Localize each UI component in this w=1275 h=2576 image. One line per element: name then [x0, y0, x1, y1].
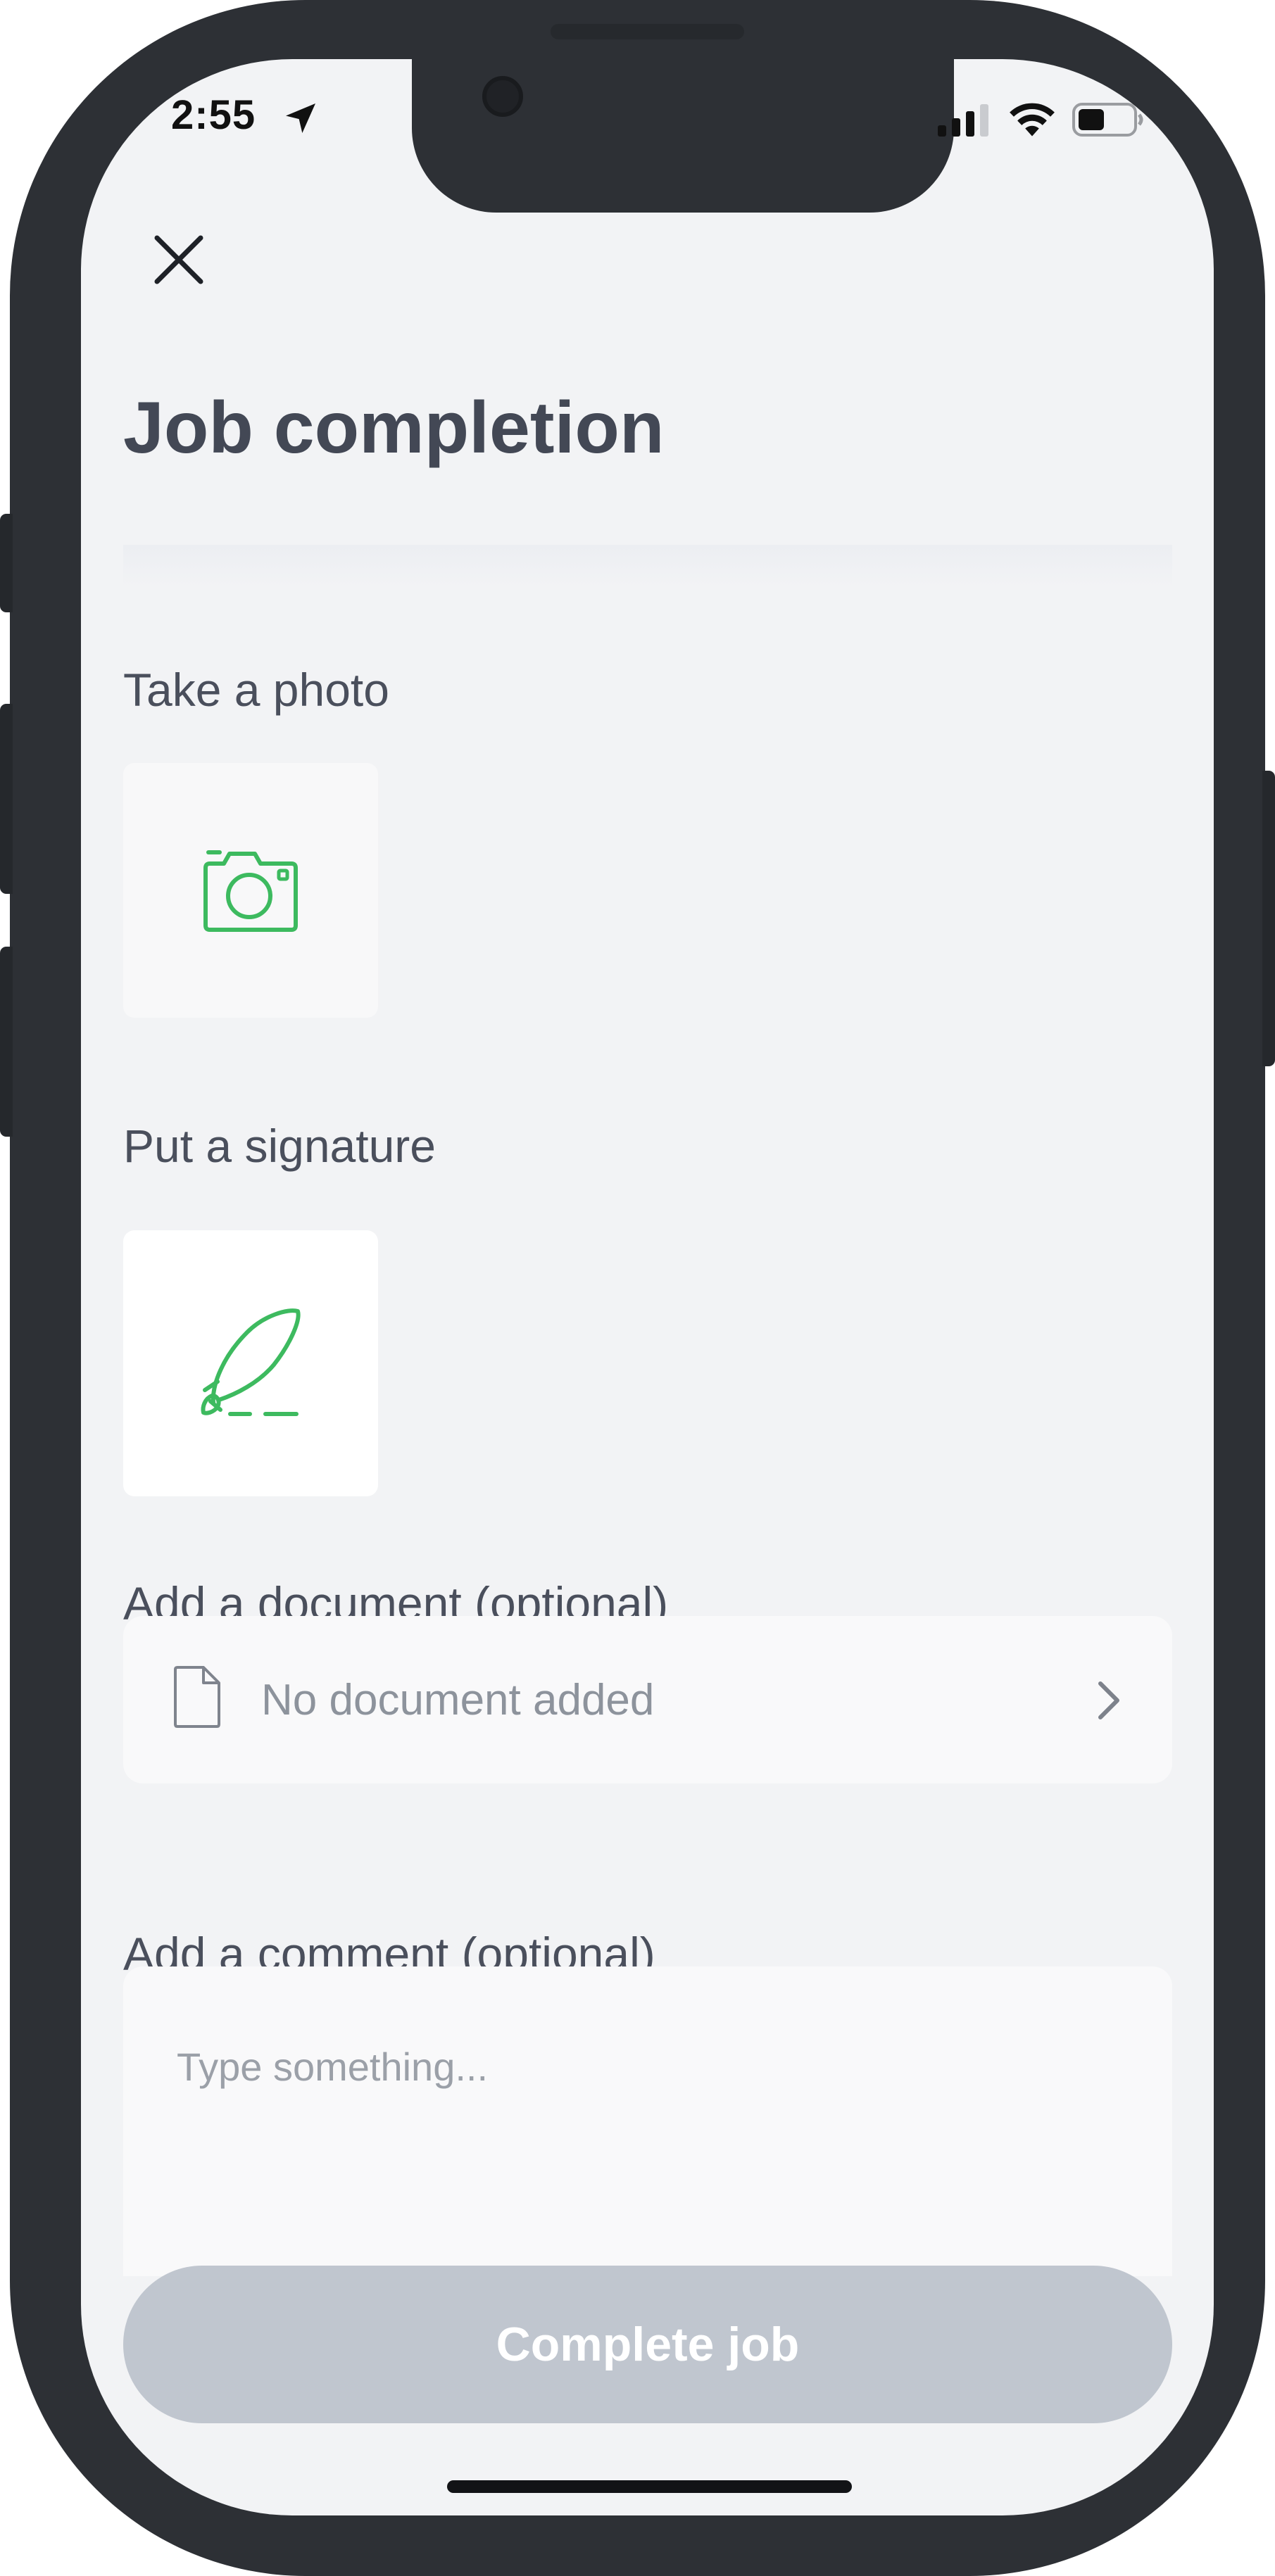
notch: [412, 59, 954, 213]
add-signature-button[interactable]: [123, 1230, 378, 1496]
power-button: [1262, 771, 1275, 1066]
chevron-right-icon: [1098, 1681, 1119, 1719]
volume-down-button: [0, 947, 13, 1137]
battery-icon: [1072, 103, 1143, 137]
document-placeholder: No document added: [261, 1676, 655, 1724]
add-document-row[interactable]: No document added: [123, 1616, 1172, 1783]
location-arrow-icon: [286, 103, 315, 133]
wifi-icon: [1010, 103, 1055, 137]
photo-section-label: Take a photo: [123, 664, 389, 716]
phone-frame: 2:55 Job completion Take a photo Put a s…: [10, 0, 1265, 2576]
home-indicator: [447, 2480, 852, 2493]
document-icon: [174, 1666, 220, 1728]
take-photo-button[interactable]: [123, 763, 378, 1018]
quill-signature-icon: [201, 1308, 301, 1416]
complete-job-button[interactable]: Complete job: [123, 2266, 1172, 2423]
signature-section-label: Put a signature: [123, 1120, 436, 1172]
mute-switch: [0, 514, 13, 612]
divider: [123, 545, 1172, 587]
front-camera: [482, 76, 523, 117]
page-title: Job completion: [123, 387, 665, 469]
volume-up-button: [0, 704, 13, 894]
camera-icon: [203, 850, 298, 932]
close-icon: [154, 235, 203, 284]
close-button[interactable]: [133, 214, 225, 305]
comment-input[interactable]: [123, 1966, 1172, 2276]
speaker-grille: [551, 24, 744, 39]
app-screen: 2:55 Job completion Take a photo Put a s…: [81, 59, 1214, 2515]
cellular-signal-icon: [938, 104, 988, 137]
status-time: 2:55: [171, 92, 256, 138]
